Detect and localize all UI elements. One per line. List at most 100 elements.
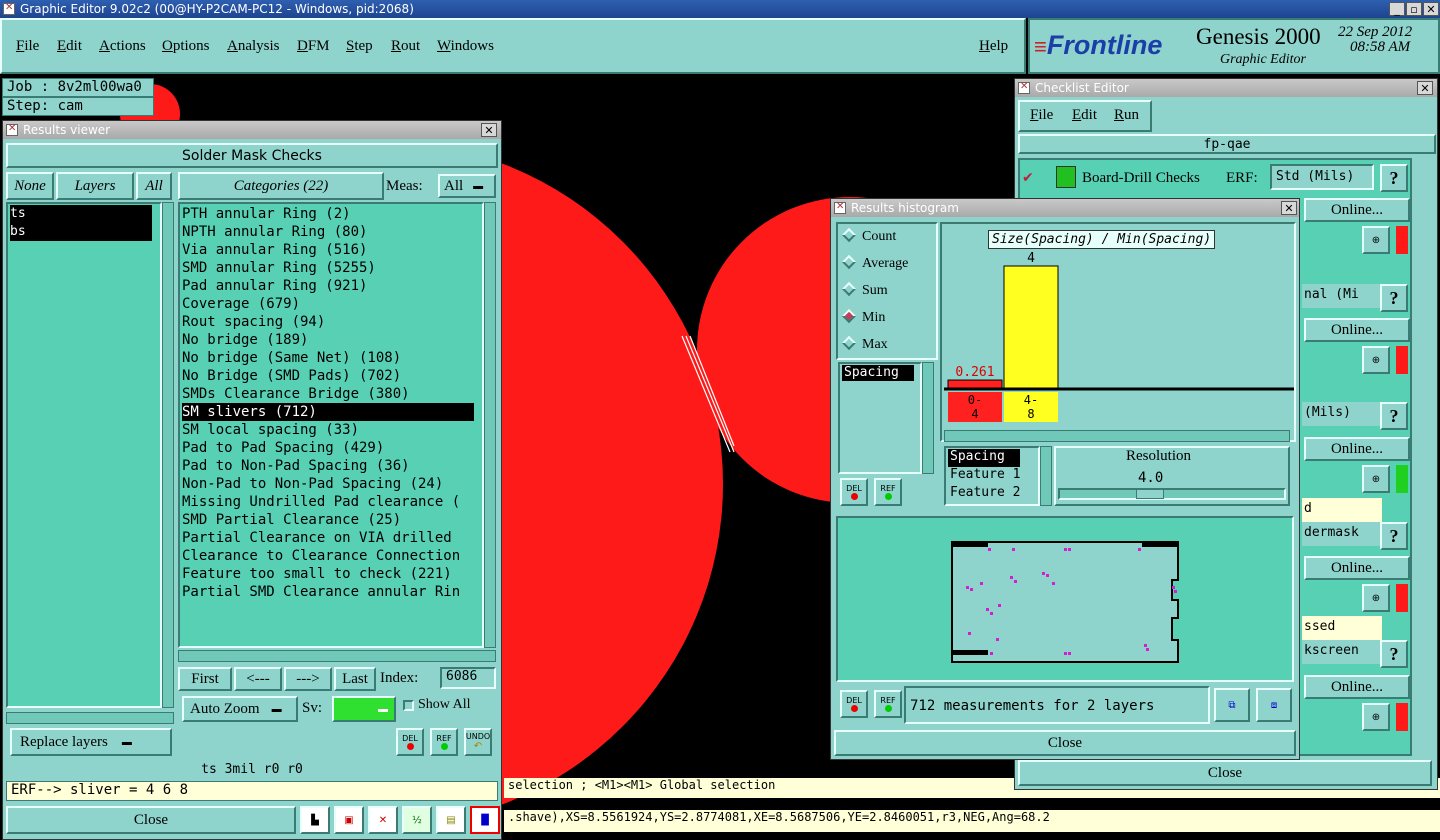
categories-button[interactable]: Categories (22) [178,172,384,200]
category-item[interactable]: Feature too small to check (221) [182,565,474,583]
menu-analysis[interactable]: Analysis [227,38,280,55]
category-item[interactable]: Pad to Non-Pad Spacing (36) [182,457,474,475]
histogram-ref-icon[interactable]: REF [874,478,902,506]
attr-item[interactable]: Feature 2 [948,485,1020,503]
sliver-marker[interactable] [1174,590,1177,593]
checklist-row-label[interactable]: Board-Drill Checks [1082,170,1200,187]
next-button[interactable]: ---> [284,667,332,691]
prev-button[interactable]: <--- [234,667,282,691]
attr-scrollbar[interactable] [1040,446,1052,506]
results-viewer-close-x[interactable]: ✕ [481,123,497,137]
menu-dfm[interactable]: DFM [297,38,330,55]
help-button[interactable]: ? [1380,284,1408,312]
minimize-button[interactable]: _ [1389,2,1405,16]
histogram-icon[interactable]: ▐▌ [470,806,500,834]
layer-item[interactable]: ts [10,205,152,223]
sliver-marker[interactable] [1042,572,1045,575]
sliver-marker[interactable] [1012,548,1015,551]
sliver-marker[interactable] [998,604,1001,607]
zoom-window-icon[interactable]: ⧈ [1256,688,1292,722]
layers-list[interactable] [6,202,162,708]
sliver-marker[interactable] [1014,580,1017,583]
last-button[interactable]: Last [334,667,376,691]
category-item[interactable]: SM local spacing (33) [182,421,474,439]
resolution-slider-thumb[interactable] [1136,489,1164,499]
del-icon[interactable]: DEL [396,728,424,756]
category-item[interactable]: No bridge (Same Net) (108) [182,349,474,367]
category-item[interactable]: NPTH annular Ring (80) [182,223,474,241]
category-item[interactable]: Rout spacing (94) [182,313,474,331]
category-item[interactable]: Missing Undrilled Pad clearance ( [182,493,474,511]
sliver-marker[interactable] [1068,548,1071,551]
category-item[interactable]: Pad to Pad Spacing (429) [182,439,474,457]
menu-step[interactable]: Step [346,38,373,55]
sliver-marker[interactable] [990,652,993,655]
check-mark-icon[interactable]: ✔ [1022,170,1034,186]
maximize-button[interactable]: ▫ [1406,2,1422,16]
category-item[interactable]: SM slivers (712) [182,403,474,421]
sliver-marker[interactable] [1172,586,1175,589]
zoom-fit-icon[interactable]: ⧉ [1214,688,1250,722]
undo-icon[interactable]: UNDO ↶ [464,728,492,756]
sliver-marker[interactable] [1052,582,1055,585]
menu-help[interactable]: Help [979,38,1008,55]
category-item[interactable]: Coverage (679) [182,295,474,313]
categories-scrollbar[interactable] [484,202,496,648]
checklist-close-button[interactable]: Close [1018,760,1432,786]
attr-item[interactable]: Feature 1 [948,467,1020,485]
radio-count[interactable]: Count [841,227,896,245]
checklist-row-fragment[interactable]: dermask [1302,522,1382,546]
help-button[interactable]: ? [1380,164,1408,192]
results-viewer-close-button[interactable]: Close [6,806,296,834]
online-button[interactable]: Online... [1304,198,1410,222]
help-button[interactable]: ? [1380,640,1408,668]
board-preview[interactable] [950,540,1180,664]
category-item[interactable]: PTH annular Ring (2) [182,205,474,223]
category-item[interactable]: No bridge (189) [182,331,474,349]
histogram-hscrollbar[interactable] [944,430,1290,442]
histogram-close-x[interactable]: ✕ [1281,201,1297,215]
checklist-menu-edit[interactable]: Edit [1072,107,1097,124]
radio-min[interactable]: Min [841,308,885,326]
menu-actions[interactable]: Actions [99,38,146,55]
online-button[interactable]: Online... [1304,437,1410,461]
notes-icon[interactable]: ▤ [436,806,466,834]
histogram-list-item[interactable]: Spacing [842,365,914,381]
layer-graph-icon[interactable]: ▙ [300,806,330,834]
help-button[interactable]: ? [1380,402,1408,430]
step12-icon[interactable]: ½ [402,806,432,834]
sliver-marker[interactable] [1064,652,1067,655]
sliver-marker[interactable] [1010,576,1013,579]
attr-item[interactable]: Spacing [948,449,1021,467]
category-item[interactable]: No Bridge (SMD Pads) (702) [182,367,474,385]
help-button[interactable]: ? [1380,522,1408,550]
zoom-icon[interactable]: ⊕ [1362,703,1390,731]
menu-options[interactable]: Options [162,38,210,55]
layers-button[interactable]: Layers [56,172,134,200]
sliver-marker[interactable] [996,638,999,641]
sliver-marker[interactable] [980,582,983,585]
zoom-icon[interactable]: ⊕ [1362,584,1390,612]
menu-windows[interactable]: Windows [437,38,494,55]
category-item[interactable]: Partial SMD Clearance annular Rin [182,583,474,601]
category-item[interactable]: Non-Pad to Non-Pad Spacing (24) [182,475,474,493]
checklist-row-fragment[interactable]: d [1302,498,1382,522]
online-button[interactable]: Online... [1304,318,1410,342]
layers-all-button[interactable]: All [136,172,172,200]
sliver-marker[interactable] [988,548,991,551]
checklist-row-fragment[interactable]: ssed [1302,616,1382,640]
checklist-menu-run[interactable]: Run [1114,107,1139,124]
histogram-bar[interactable] [1003,265,1059,389]
replace-layers-dropdown[interactable]: Replace layers ▬ [10,728,172,756]
preview-ref-icon[interactable]: REF [874,690,902,718]
category-item[interactable]: Pad annular Ring (921) [182,277,474,295]
sliver-marker[interactable] [1064,548,1067,551]
category-item[interactable]: SMD Partial Clearance (25) [182,511,474,529]
radio-average[interactable]: Average [841,254,908,272]
menu-rout[interactable]: Rout [391,38,420,55]
layers-scrollbar[interactable] [162,202,174,708]
sliver-marker[interactable] [1146,648,1149,651]
zoom-icon[interactable]: ⊕ [1362,226,1390,254]
layers-hscrollbar[interactable] [6,712,174,724]
checklist-row-fragment[interactable]: kscreen [1302,640,1382,664]
